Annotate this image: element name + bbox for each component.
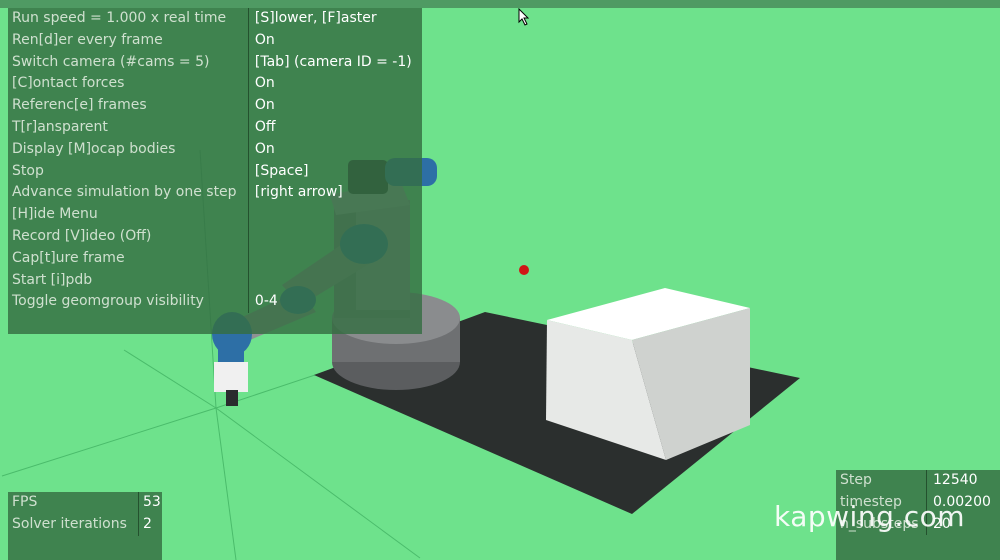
perf-row-value: 2 [138,513,152,536]
performance-panel: FPS 53 Solver iterations 2 [8,492,162,560]
menu-row-value [247,269,422,292]
stats-row-value: 12540 [926,470,978,492]
menu-row-label: Switch camera (#cams = 5) [12,53,210,70]
menu-row-value: On [247,29,422,52]
menu-row: T[r]ansparent Off [8,116,422,139]
menu-row-value [247,204,422,226]
perf-row-label: Solver iterations [12,515,127,532]
menu-row-value: [right arrow] [247,182,422,205]
menu-row: Ren[d]er every frame On [8,29,422,52]
menu-row-value: [Space] [247,160,422,183]
perf-row-label: FPS [12,494,38,510]
perf-row: FPS 53 [8,492,162,514]
menu-row-value: [Tab] (camera ID = -1) [247,51,422,74]
menu-row-label: Ren[d]er every frame [12,31,163,48]
perf-row-value: 53 [138,492,161,514]
menu-row-value: 0-4 [247,291,422,314]
menu-row-label: [H]ide Menu [12,206,98,223]
target-marker [519,265,529,275]
menu-row: [C]ontact forces On [8,73,422,96]
mouse-cursor-icon [518,8,530,26]
menu-row: Referenc[e] frames On [8,95,422,117]
menu-row-value [247,225,422,248]
menu-row: Start [i]pdb [8,269,422,292]
menu-row-value [247,247,422,270]
menu-row-label: Record [V]ideo (Off) [12,227,152,244]
menu-row-label: Stop [12,162,44,179]
menu-row-label: T[r]ansparent [12,118,108,135]
menu-row-value: On [247,73,422,96]
menu-row-value: On [247,95,422,117]
perf-row: Solver iterations 2 [8,513,162,536]
menu-row: Switch camera (#cams = 5) [Tab] (camera I… [8,51,422,74]
stats-row: Step 12540 [836,470,1000,492]
menu-row: Cap[t]ure frame [8,247,422,270]
menu-row-label: Cap[t]ure frame [12,249,125,266]
menu-row: Display [M]ocap bodies On [8,138,422,161]
menu-row-value: [S]lower, [F]aster [247,8,422,30]
menu-row: Record [V]ideo (Off) [8,225,422,248]
menu-row-label: Run speed = 1.000 x real time [12,10,227,26]
menu-row: Advance simulation by one step [right arr… [8,182,422,205]
menu-row-label: Start [i]pdb [12,271,93,288]
menu-row: Stop [Space] [8,160,422,183]
menu-row: Toggle geomgroup visibility 0-4 [8,291,422,314]
menu-row-label: Referenc[e] frames [12,97,147,114]
menu-row-label: Advance simulation by one step [12,184,237,201]
menu-row-value: Off [247,116,422,139]
stats-row-label: Step [840,472,872,488]
menu-row-value: On [247,138,422,161]
kapwing-watermark: kapwing.com [774,500,966,533]
mujoco-menu-panel: Run speed = 1.000 x real time [S]lower, [… [8,8,422,334]
menu-row-label: Display [M]ocap bodies [12,140,176,157]
menu-row: Run speed = 1.000 x real time [S]lower, [… [8,8,422,30]
menu-row-label: Toggle geomgroup visibility [12,293,204,310]
menu-row-label: [C]ontact forces [12,75,125,92]
menu-row: [H]ide Menu [8,204,422,226]
